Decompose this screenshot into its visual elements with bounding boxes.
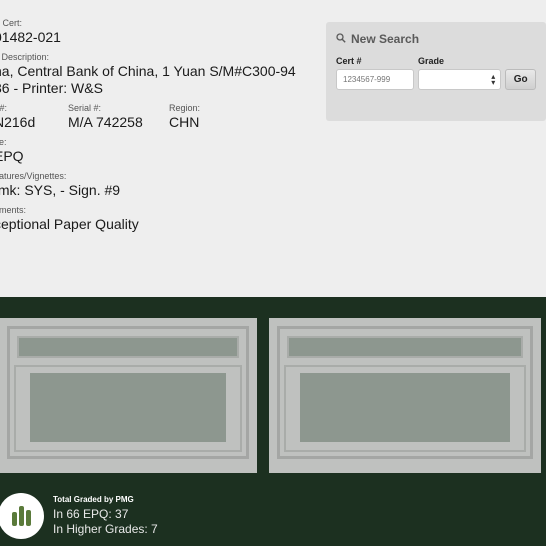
comments-label: nments: [0, 205, 27, 215]
comments-value: ceptional Paper Quality [0, 216, 139, 232]
note-header-bar [17, 336, 239, 358]
region-value: CHN [169, 114, 200, 130]
grade-select[interactable]: ▴ ▾ [418, 69, 502, 90]
cert-label: S Cert: [0, 18, 23, 28]
certificate-info: S Cert: 01482-021 n Description: na, Cen… [0, 18, 314, 239]
note-frame [7, 326, 249, 459]
note-header-bar [287, 336, 523, 358]
description-label: n Description: [0, 52, 50, 62]
description-line-2: 36 - Printer: W&S [0, 80, 103, 96]
grade-field: de: EPQ [0, 137, 314, 165]
bar-chart-icon [0, 493, 44, 539]
note-frame [277, 326, 533, 459]
grade-value: EPQ [0, 148, 24, 164]
new-search-panel: New Search Cert # Grade ▴▾ Go [326, 22, 546, 121]
signatures-label: natures/Vignettes: [0, 171, 67, 181]
new-search-header: New Search [336, 32, 536, 46]
description-field: n Description: na, Central Bank of China… [0, 52, 314, 97]
cert-value: 01482-021 [0, 29, 61, 45]
serial-value: M/A 742258 [68, 114, 143, 130]
note-body [284, 365, 526, 452]
population-stats: Total Graded by PMG In 66 EPQ: 37 In Hig… [0, 493, 158, 539]
serial-label: Serial #: [68, 103, 102, 113]
signatures-value: /mk: SYS, - Sign. #9 [0, 182, 121, 198]
catalog-value: N216d [0, 114, 36, 130]
cert-number-label: Cert # [336, 56, 362, 66]
search-field-labels: Cert # Grade [336, 56, 536, 66]
note-front-image[interactable] [0, 318, 257, 473]
cert-number-input[interactable] [336, 69, 414, 90]
note-body-fill [30, 373, 226, 442]
description-line-1: na, Central Bank of China, 1 Yuan S/M#C3… [0, 63, 296, 79]
comments-field: nments: ceptional Paper Quality [0, 205, 314, 233]
stats-title: Total Graded by PMG [53, 495, 134, 504]
catalog-field: r #: N216d [0, 103, 68, 131]
search-controls: ▴▾ Go [336, 69, 536, 90]
grade-select-label: Grade [418, 56, 445, 66]
cert-field: S Cert: 01482-021 [0, 18, 314, 46]
catalog-label: r #: [0, 103, 8, 113]
new-search-title: New Search [351, 32, 420, 46]
stats-higher-grades: In Higher Grades: 7 [53, 522, 158, 536]
search-icon [336, 32, 346, 46]
note-images-section: Total Graded by PMG In 66 EPQ: 37 In Hig… [0, 297, 546, 546]
region-field: Region: CHN [169, 103, 200, 131]
catalog-serial-region-row: r #: N216d Serial #: M/A 742258 Region: … [0, 103, 314, 131]
select-arrows-icon: ▴ ▾ [491, 72, 496, 87]
note-back-image[interactable] [269, 318, 541, 473]
go-button[interactable]: Go [505, 69, 536, 90]
note-body [14, 365, 242, 452]
stats-same-grade: In 66 EPQ: 37 [53, 507, 129, 521]
region-label: Region: [169, 103, 201, 113]
grade-label: de: [0, 137, 7, 147]
signatures-field: natures/Vignettes: /mk: SYS, - Sign. #9 [0, 171, 314, 199]
stats-text: Total Graded by PMG In 66 EPQ: 37 In Hig… [53, 495, 158, 537]
serial-field: Serial #: M/A 742258 [68, 103, 169, 131]
note-body-fill [300, 373, 510, 442]
